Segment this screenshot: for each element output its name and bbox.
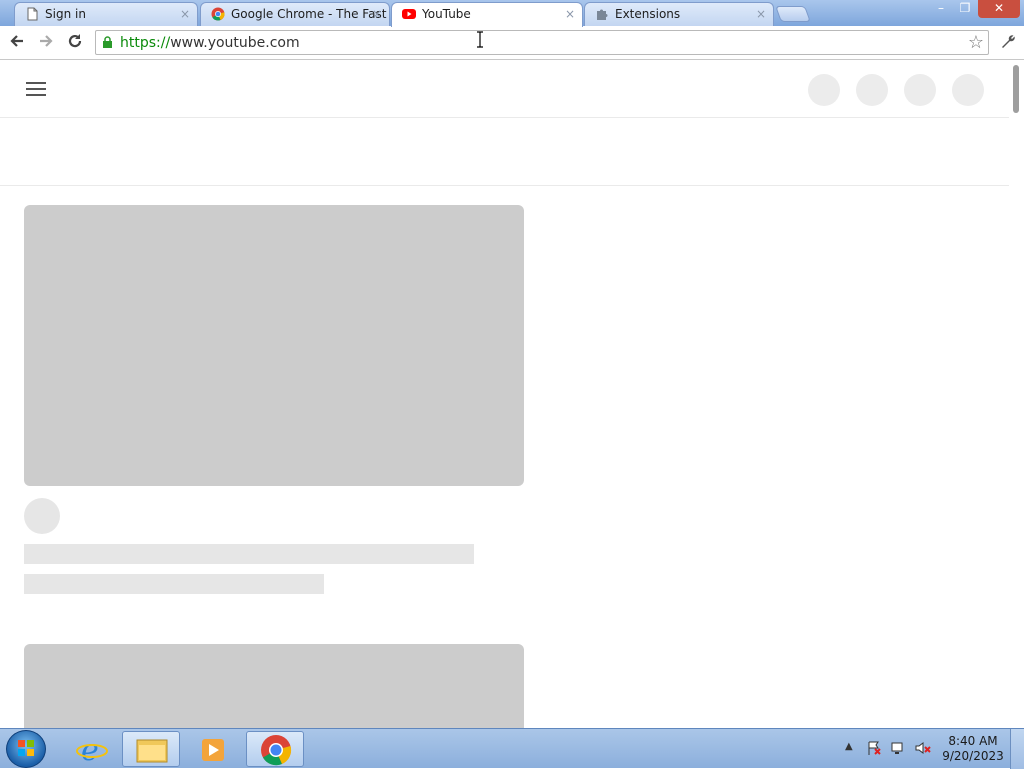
show-desktop-button[interactable] bbox=[1010, 729, 1024, 769]
action-center-flag-icon[interactable] bbox=[866, 740, 882, 756]
tab-close-button[interactable]: × bbox=[180, 3, 190, 25]
address-bar[interactable]: https://www.youtube.com ☆ bbox=[95, 30, 989, 55]
show-hidden-icons[interactable]: ▲ bbox=[845, 741, 853, 752]
tab-extensions[interactable]: Extensions × bbox=[584, 2, 774, 26]
chrome-icon bbox=[211, 7, 225, 21]
tab-youtube[interactable]: YouTube × bbox=[391, 2, 583, 27]
internet-explorer-button[interactable]: e bbox=[62, 731, 120, 768]
volume-muted-icon[interactable] bbox=[914, 740, 932, 756]
puzzle-icon bbox=[597, 9, 608, 20]
forward-arrow-icon bbox=[40, 35, 53, 47]
wrench-glyph bbox=[1002, 35, 1015, 48]
tab-google-chrome[interactable]: Google Chrome - The Fast × bbox=[200, 2, 390, 26]
maximize-button[interactable]: ❐ bbox=[952, 0, 978, 18]
clock-time: 8:40 AM bbox=[948, 734, 998, 748]
url-scheme: https:// bbox=[120, 35, 171, 51]
header-divider bbox=[0, 117, 1009, 118]
start-button[interactable] bbox=[6, 730, 46, 768]
menu-icon[interactable] bbox=[26, 80, 46, 96]
header-placeholder-circle bbox=[808, 74, 840, 106]
reload-button[interactable] bbox=[64, 32, 86, 54]
reload-icon bbox=[68, 34, 82, 48]
close-window-button[interactable]: ✕ bbox=[978, 0, 1020, 18]
header-placeholder-circle bbox=[856, 74, 888, 106]
back-button[interactable] bbox=[6, 32, 28, 54]
youtube-icon bbox=[402, 9, 416, 19]
chrome-icon bbox=[261, 735, 292, 766]
page-content bbox=[0, 61, 1009, 728]
tab-title: Sign in bbox=[45, 7, 86, 21]
tab-close-button[interactable]: × bbox=[565, 3, 575, 25]
star-icon[interactable]: ☆ bbox=[968, 32, 984, 53]
back-arrow-icon bbox=[10, 35, 23, 47]
tab-title: Google Chrome - The Fast bbox=[231, 7, 387, 21]
chrome-taskbar-button[interactable] bbox=[246, 731, 304, 767]
title-bar: Sign in × Google Chrome - The Fast × You… bbox=[0, 0, 1024, 27]
windows-explorer-button[interactable] bbox=[122, 731, 180, 767]
tab-title: Extensions bbox=[615, 7, 681, 21]
network-icon[interactable] bbox=[890, 740, 906, 756]
tab-sign-in[interactable]: Sign in × bbox=[14, 2, 198, 26]
video-thumbnail-placeholder bbox=[24, 644, 524, 728]
title-line-placeholder bbox=[24, 544, 474, 564]
page-scrollbar[interactable] bbox=[1009, 61, 1024, 728]
svg-text:e: e bbox=[81, 733, 99, 768]
windows-explorer-icon bbox=[136, 739, 168, 763]
url-host: www.youtube.com bbox=[170, 35, 300, 51]
tab-close-button[interactable]: × bbox=[372, 3, 382, 25]
scrollbar-thumb[interactable] bbox=[1013, 65, 1019, 113]
minimize-button[interactable]: – bbox=[928, 0, 954, 18]
wrench-icon[interactable] bbox=[997, 32, 1019, 54]
forward-button[interactable] bbox=[35, 32, 57, 54]
tab-close-button[interactable]: × bbox=[756, 3, 766, 25]
clock[interactable]: 8:40 AM 9/20/2023 bbox=[940, 734, 1006, 764]
lock-icon bbox=[103, 36, 112, 48]
meta-line-placeholder bbox=[24, 574, 324, 594]
chips-divider bbox=[0, 185, 1009, 186]
windows-taskbar: e ▲ 8:40 AM 9/20/2023 bbox=[0, 728, 1024, 769]
page-icon bbox=[27, 7, 38, 21]
header-placeholder-circle bbox=[952, 74, 984, 106]
url-text[interactable]: https://www.youtube.com bbox=[120, 35, 300, 51]
header-placeholder-circle bbox=[904, 74, 936, 106]
text-cursor-icon bbox=[476, 31, 483, 48]
internet-explorer-icon: e bbox=[76, 733, 108, 768]
media-player-icon bbox=[202, 739, 224, 761]
clock-date: 9/20/2023 bbox=[942, 749, 1004, 763]
new-tab-button[interactable] bbox=[775, 6, 811, 22]
tab-title: YouTube bbox=[422, 7, 471, 21]
windows-logo-icon bbox=[18, 740, 34, 756]
browser-toolbar: https://www.youtube.com ☆ bbox=[0, 26, 1024, 60]
channel-avatar-placeholder bbox=[24, 498, 60, 534]
media-player-button[interactable] bbox=[184, 731, 242, 767]
video-thumbnail-placeholder bbox=[24, 205, 524, 486]
